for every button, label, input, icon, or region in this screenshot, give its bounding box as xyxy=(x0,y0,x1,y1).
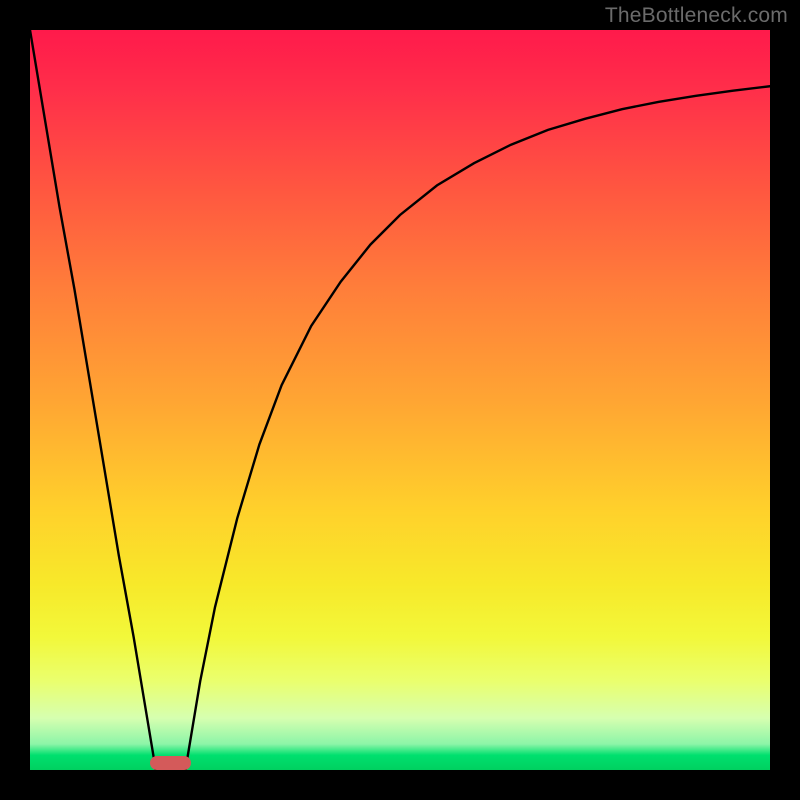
frame-bottom xyxy=(0,770,800,800)
watermark-text: TheBottleneck.com xyxy=(605,4,788,28)
frame-left xyxy=(0,0,30,800)
curve-right-branch xyxy=(185,86,770,770)
curve-left-branch xyxy=(30,30,156,770)
trough-marker xyxy=(150,756,191,770)
bottleneck-chart: TheBottleneck.com xyxy=(0,0,800,800)
frame-right xyxy=(770,0,800,800)
curve-layer xyxy=(30,30,770,770)
plot-area xyxy=(30,30,770,770)
